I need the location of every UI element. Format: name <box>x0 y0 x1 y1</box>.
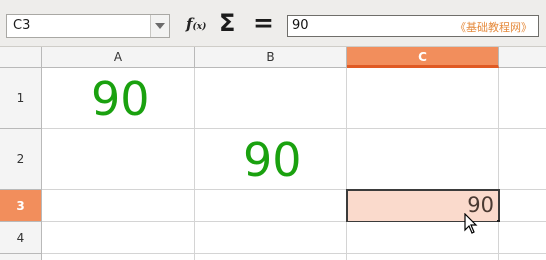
column-header-c[interactable]: C <box>347 47 499 68</box>
cell-d5[interactable] <box>499 254 546 260</box>
function-wizard-icon[interactable]: f(x) <box>186 15 206 33</box>
cell-b2[interactable]: 90 <box>195 129 347 190</box>
name-box-value: C3 <box>13 18 31 33</box>
cell-c2[interactable] <box>347 129 499 190</box>
formula-icon[interactable]: = <box>253 8 274 37</box>
formula-input-value: 90 <box>292 18 309 33</box>
column-header-d[interactable] <box>499 47 546 68</box>
row-header-4[interactable]: 4 <box>0 222 42 254</box>
name-box[interactable]: C3 <box>6 14 170 38</box>
cell-a5[interactable] <box>42 254 195 260</box>
cell-b3[interactable] <box>195 190 347 222</box>
cell-d3[interactable] <box>500 190 546 222</box>
cell-a1[interactable]: 90 <box>42 68 195 129</box>
column-header-b[interactable]: B <box>195 47 347 68</box>
cell-d1[interactable] <box>499 68 546 129</box>
cell-a4[interactable] <box>42 222 195 254</box>
sum-icon[interactable]: Σ <box>219 9 235 37</box>
chevron-down-icon <box>155 23 165 29</box>
cell-c5[interactable] <box>347 254 499 260</box>
cell-c1[interactable] <box>347 68 499 129</box>
select-all-corner[interactable] <box>0 47 42 68</box>
cell-a2[interactable] <box>42 129 195 190</box>
row-header-1[interactable]: 1 <box>0 68 42 129</box>
row-header-2[interactable]: 2 <box>0 129 42 190</box>
cell-a3[interactable] <box>42 190 195 222</box>
cell-d4[interactable] <box>499 222 546 254</box>
cell-a1-value: 90 <box>91 72 150 126</box>
formula-input[interactable]: 90 《基础教程网》 <box>287 15 539 37</box>
name-box-dropdown-button[interactable] <box>150 15 169 37</box>
cell-b2-value: 90 <box>243 133 302 187</box>
column-header-a[interactable]: A <box>42 47 195 68</box>
cell-b4[interactable] <box>195 222 347 254</box>
watermark: 《基础教程网》 <box>455 21 532 34</box>
cell-b5[interactable] <box>195 254 347 260</box>
formula-bar: C3 f(x) Σ = 90 《基础教程网》 <box>0 0 546 47</box>
row-header-5[interactable] <box>0 254 42 260</box>
row-header-3[interactable]: 3 <box>0 190 42 222</box>
cell-b1[interactable] <box>195 68 347 129</box>
mouse-pointer-icon <box>464 213 478 234</box>
cell-d2[interactable] <box>499 129 546 190</box>
